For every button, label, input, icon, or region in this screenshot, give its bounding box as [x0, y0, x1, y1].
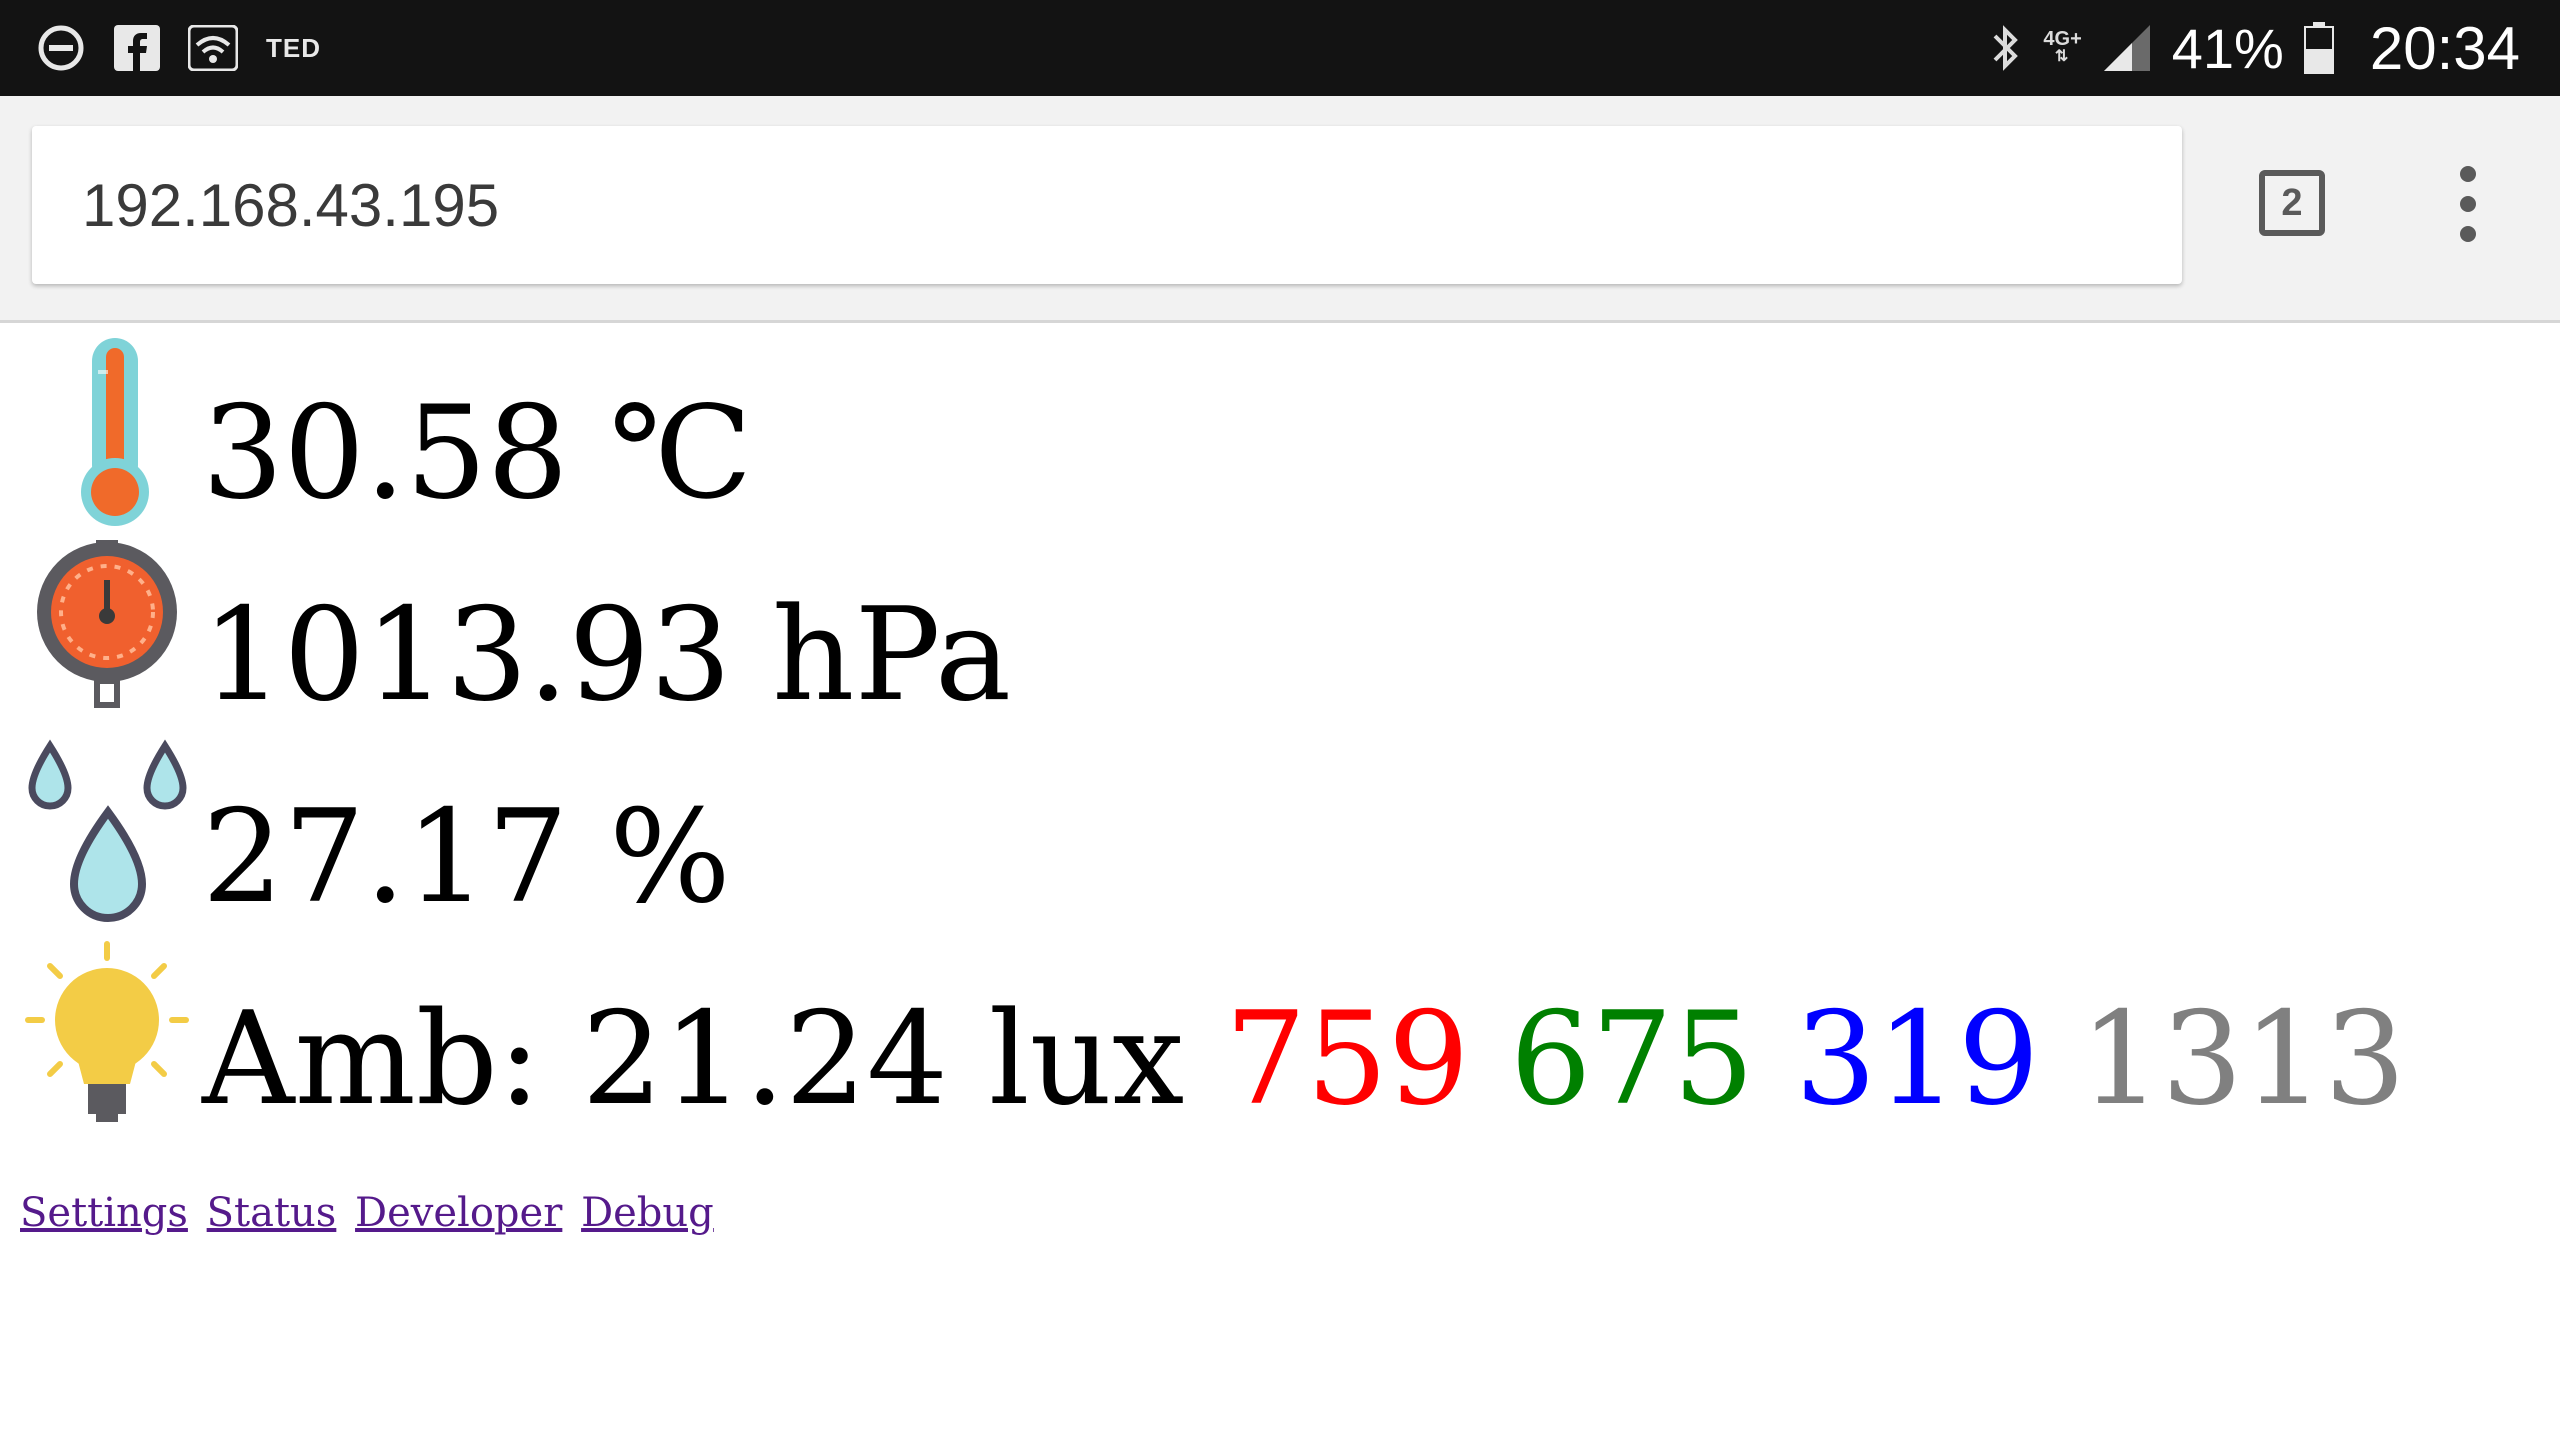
- settings-link[interactable]: Settings: [20, 1190, 188, 1236]
- thermometer-icon: [81, 338, 149, 526]
- tab-switcher-button[interactable]: 2: [2259, 170, 2325, 236]
- light-reading: Amb: 21.24 lux 759 675 319 1313: [0, 936, 2560, 1136]
- bluetooth-icon: [1993, 25, 2019, 71]
- ted-notification-label: TED: [266, 32, 321, 63]
- pressure-gauge-icon: [37, 540, 177, 708]
- red-channel-value: 759: [1224, 985, 1470, 1134]
- blue-channel-value: 319: [1794, 985, 2040, 1134]
- battery-percent: 41%: [2171, 16, 2284, 80]
- battery-icon: [2303, 22, 2334, 74]
- ambient-lux-label: Amb: 21.24 lux: [202, 985, 1185, 1134]
- more-vert-icon[interactable]: [2440, 166, 2496, 242]
- water-drops-icon: [28, 739, 187, 922]
- humidity-value: 27.17 %: [202, 783, 731, 932]
- clear-channel-value: 1313: [2079, 985, 2406, 1134]
- humidity-reading: 27.17 %: [0, 734, 2560, 934]
- tab-count: 2: [2281, 181, 2303, 224]
- debug-link[interactable]: Debug: [581, 1190, 714, 1236]
- url-text: 192.168.43.195: [82, 171, 500, 239]
- green-channel-value: 675: [1509, 985, 1755, 1134]
- temperature-reading: 30.58 ℃: [0, 330, 2560, 530]
- developer-link[interactable]: Developer: [355, 1190, 562, 1236]
- url-bar[interactable]: 192.168.43.195: [32, 126, 2182, 284]
- light-value: Amb: 21.24 lux 759 675 319 1313: [202, 996, 2406, 1124]
- footer-links: Settings Status Developer Debug: [20, 1190, 720, 1236]
- status-bar-system: 4G+ ⇅ 41% 20:34: [1989, 0, 2520, 96]
- clock: 20:34: [2369, 14, 2520, 82]
- temperature-value: 30.58 ℃: [202, 379, 753, 528]
- facebook-icon: [114, 25, 160, 71]
- status-bar-notifications: TED: [36, 22, 321, 74]
- do-not-disturb-icon: [38, 25, 84, 71]
- light-bulb-icon: [25, 941, 189, 1122]
- pressure-value: 1013.93 hPa: [202, 581, 1012, 730]
- browser-toolbar: 192.168.43.195 2: [0, 96, 2560, 323]
- status-bar: TED 4G+ ⇅ 41% 20:34: [0, 0, 2560, 96]
- pressure-reading: 1013.93 hPa: [0, 532, 2560, 732]
- network-type-indicator: 4G+ ⇅: [2043, 28, 2082, 65]
- status-link[interactable]: Status: [207, 1190, 337, 1236]
- signal-icon: [2103, 25, 2150, 71]
- wifi-icon: [188, 25, 238, 71]
